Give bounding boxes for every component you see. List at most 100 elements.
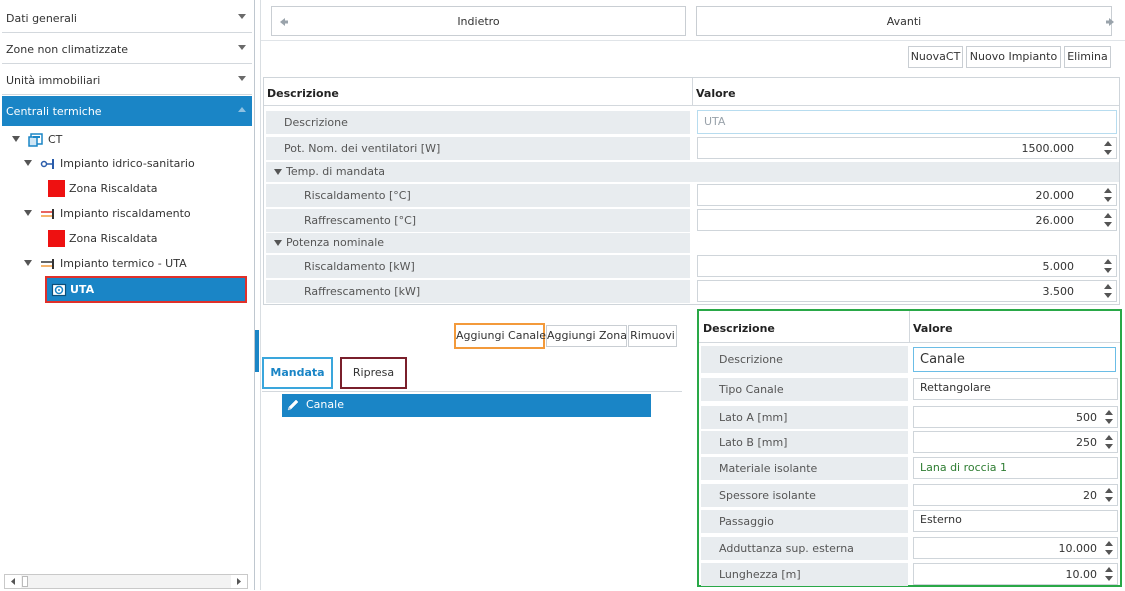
tree-horizontal-scrollbar[interactable]	[4, 574, 248, 589]
remove-button[interactable]: Rimuovi	[628, 325, 677, 347]
insulation-material-select[interactable]: Lana di roccia 1	[913, 457, 1118, 479]
group-potenza-nominale[interactable]: Potenza nominale	[266, 233, 690, 253]
spin-up-icon[interactable]	[1104, 188, 1112, 193]
spin-buttons[interactable]	[1099, 185, 1116, 205]
spin-up-icon[interactable]	[1104, 213, 1112, 218]
spin-up-icon[interactable]	[1105, 567, 1113, 572]
column-header-descrizione: Descrizione	[267, 87, 339, 100]
section-dati-generali[interactable]: Dati generali	[2, 3, 252, 33]
label-text: Lunghezza [m]	[719, 568, 801, 581]
section-zone-non-climatizzate[interactable]: Zone non climatizzate	[2, 34, 252, 64]
divider	[262, 391, 682, 392]
spin-buttons[interactable]	[1099, 256, 1116, 276]
field-value: Rettangolare	[920, 381, 991, 394]
expand-arrow-icon[interactable]	[24, 260, 32, 266]
spin-down-icon[interactable]	[1105, 550, 1113, 555]
length-spinner[interactable]: 10.00	[913, 563, 1118, 585]
prop-label-spessore: Spessore isolante	[701, 484, 908, 507]
section-centrali-termiche[interactable]: Centrali termiche	[2, 96, 252, 126]
new-ct-button[interactable]: NuovaCT	[908, 46, 963, 68]
spin-buttons[interactable]	[1100, 538, 1117, 558]
scrollbar-thumb[interactable]	[22, 576, 28, 587]
field-value: 20.000	[1035, 189, 1075, 202]
collapse-arrow-icon[interactable]	[274, 169, 282, 175]
expand-arrow-icon[interactable]	[24, 210, 32, 216]
divider	[909, 311, 910, 343]
spin-up-icon[interactable]	[1105, 488, 1113, 493]
group-label: Temp. di mandata	[286, 165, 386, 178]
channel-description-field[interactable]: Canale	[913, 347, 1116, 372]
tree-node-impianto-termico-uta[interactable]: Impianto termico - UTA	[22, 254, 250, 274]
tree-node-impianto-idrico[interactable]: Impianto idrico-sanitario	[22, 154, 250, 174]
prop-label-descrizione: Descrizione	[701, 346, 908, 373]
spin-buttons[interactable]	[1100, 564, 1117, 584]
spin-up-icon[interactable]	[1105, 410, 1113, 415]
section-label: Centrali termiche	[6, 105, 102, 118]
channel-type-select[interactable]: Rettangolare	[913, 378, 1118, 400]
tree-node-zona-riscaldata-1[interactable]: Zona Riscaldata	[46, 179, 250, 199]
prop-label-lato-b: Lato B [mm]	[701, 431, 908, 454]
spin-buttons[interactable]	[1100, 485, 1117, 505]
chevron-down-icon	[238, 45, 246, 50]
scroll-left-button[interactable]	[5, 575, 21, 588]
zone-icon	[48, 230, 65, 247]
side-a-spinner[interactable]: 500	[913, 406, 1118, 428]
tree-node-uta-selected[interactable]: UTA	[45, 276, 247, 303]
spin-down-icon[interactable]	[1104, 150, 1112, 155]
spin-up-icon[interactable]	[1105, 541, 1113, 546]
spin-buttons[interactable]	[1099, 210, 1116, 230]
forward-button[interactable]: Avanti	[696, 6, 1114, 36]
prop-label-tipo-canale: Tipo Canale	[701, 378, 908, 401]
tree-node-zona-riscaldata-2[interactable]: Zona Riscaldata	[46, 229, 250, 249]
collapse-arrow-icon[interactable]	[274, 240, 282, 246]
tab-mandata[interactable]: Mandata	[262, 357, 333, 389]
spin-buttons[interactable]	[1100, 432, 1117, 452]
spin-up-icon[interactable]	[1104, 141, 1112, 146]
spin-down-icon[interactable]	[1105, 576, 1113, 581]
tab-ripresa[interactable]: Ripresa	[340, 357, 407, 389]
spin-up-icon[interactable]	[1105, 435, 1113, 440]
add-channel-button[interactable]: Aggiungi Canale	[454, 323, 546, 349]
tree-node-ct[interactable]: CT	[10, 130, 250, 150]
spin-down-icon[interactable]	[1104, 268, 1112, 273]
tree-node-impianto-riscaldamento[interactable]: Impianto riscaldamento	[22, 204, 250, 224]
scroll-right-button[interactable]	[231, 575, 247, 588]
spin-buttons[interactable]	[1099, 281, 1116, 301]
passage-select[interactable]: Esterno	[913, 510, 1118, 532]
expand-arrow-icon[interactable]	[12, 136, 20, 142]
add-zone-button[interactable]: Aggiungi Zona	[546, 325, 627, 347]
group-label: Potenza nominale	[286, 236, 385, 249]
spin-down-icon[interactable]	[1104, 197, 1112, 202]
spin-buttons[interactable]	[1099, 138, 1116, 158]
section-unita-immobiliari[interactable]: Unità immobiliari	[2, 65, 252, 95]
field-value: 500	[1076, 411, 1097, 424]
field-value: 3.500	[1042, 285, 1075, 298]
spin-buttons[interactable]	[1100, 407, 1117, 427]
spin-down-icon[interactable]	[1105, 419, 1113, 424]
ct-icon	[28, 132, 44, 151]
group-temp-mandata[interactable]: Temp. di mandata	[266, 162, 1119, 182]
back-button[interactable]: Indietro	[271, 6, 686, 36]
side-b-spinner[interactable]: 250	[913, 431, 1118, 453]
pot-nom-spinner[interactable]: 1500.000	[697, 137, 1117, 159]
raff-temp-spinner[interactable]: 26.000	[697, 209, 1117, 231]
delete-button[interactable]: Elimina	[1064, 46, 1111, 68]
raff-pot-spinner[interactable]: 3.500	[697, 280, 1117, 302]
spin-up-icon[interactable]	[1104, 259, 1112, 264]
new-plant-button[interactable]: Nuovo Impianto	[966, 46, 1061, 68]
splitter-handle[interactable]	[255, 330, 259, 372]
spin-down-icon[interactable]	[1105, 444, 1113, 449]
spin-up-icon[interactable]	[1104, 284, 1112, 289]
risc-pot-spinner[interactable]: 5.000	[697, 255, 1117, 277]
external-adductance-spinner[interactable]: 10.000	[913, 537, 1118, 559]
channel-list-item[interactable]: Canale	[282, 394, 651, 417]
spin-down-icon[interactable]	[1104, 293, 1112, 298]
expand-arrow-icon[interactable]	[24, 160, 32, 166]
risc-temp-spinner[interactable]: 20.000	[697, 184, 1117, 206]
descrizione-field[interactable]: UTA	[697, 110, 1117, 134]
prop-label-adduttanza: Adduttanza sup. esterna	[701, 537, 908, 560]
insulation-thickness-spinner[interactable]: 20	[913, 484, 1118, 506]
spin-down-icon[interactable]	[1105, 497, 1113, 502]
column-header-valore: Valore	[696, 87, 736, 100]
spin-down-icon[interactable]	[1104, 222, 1112, 227]
